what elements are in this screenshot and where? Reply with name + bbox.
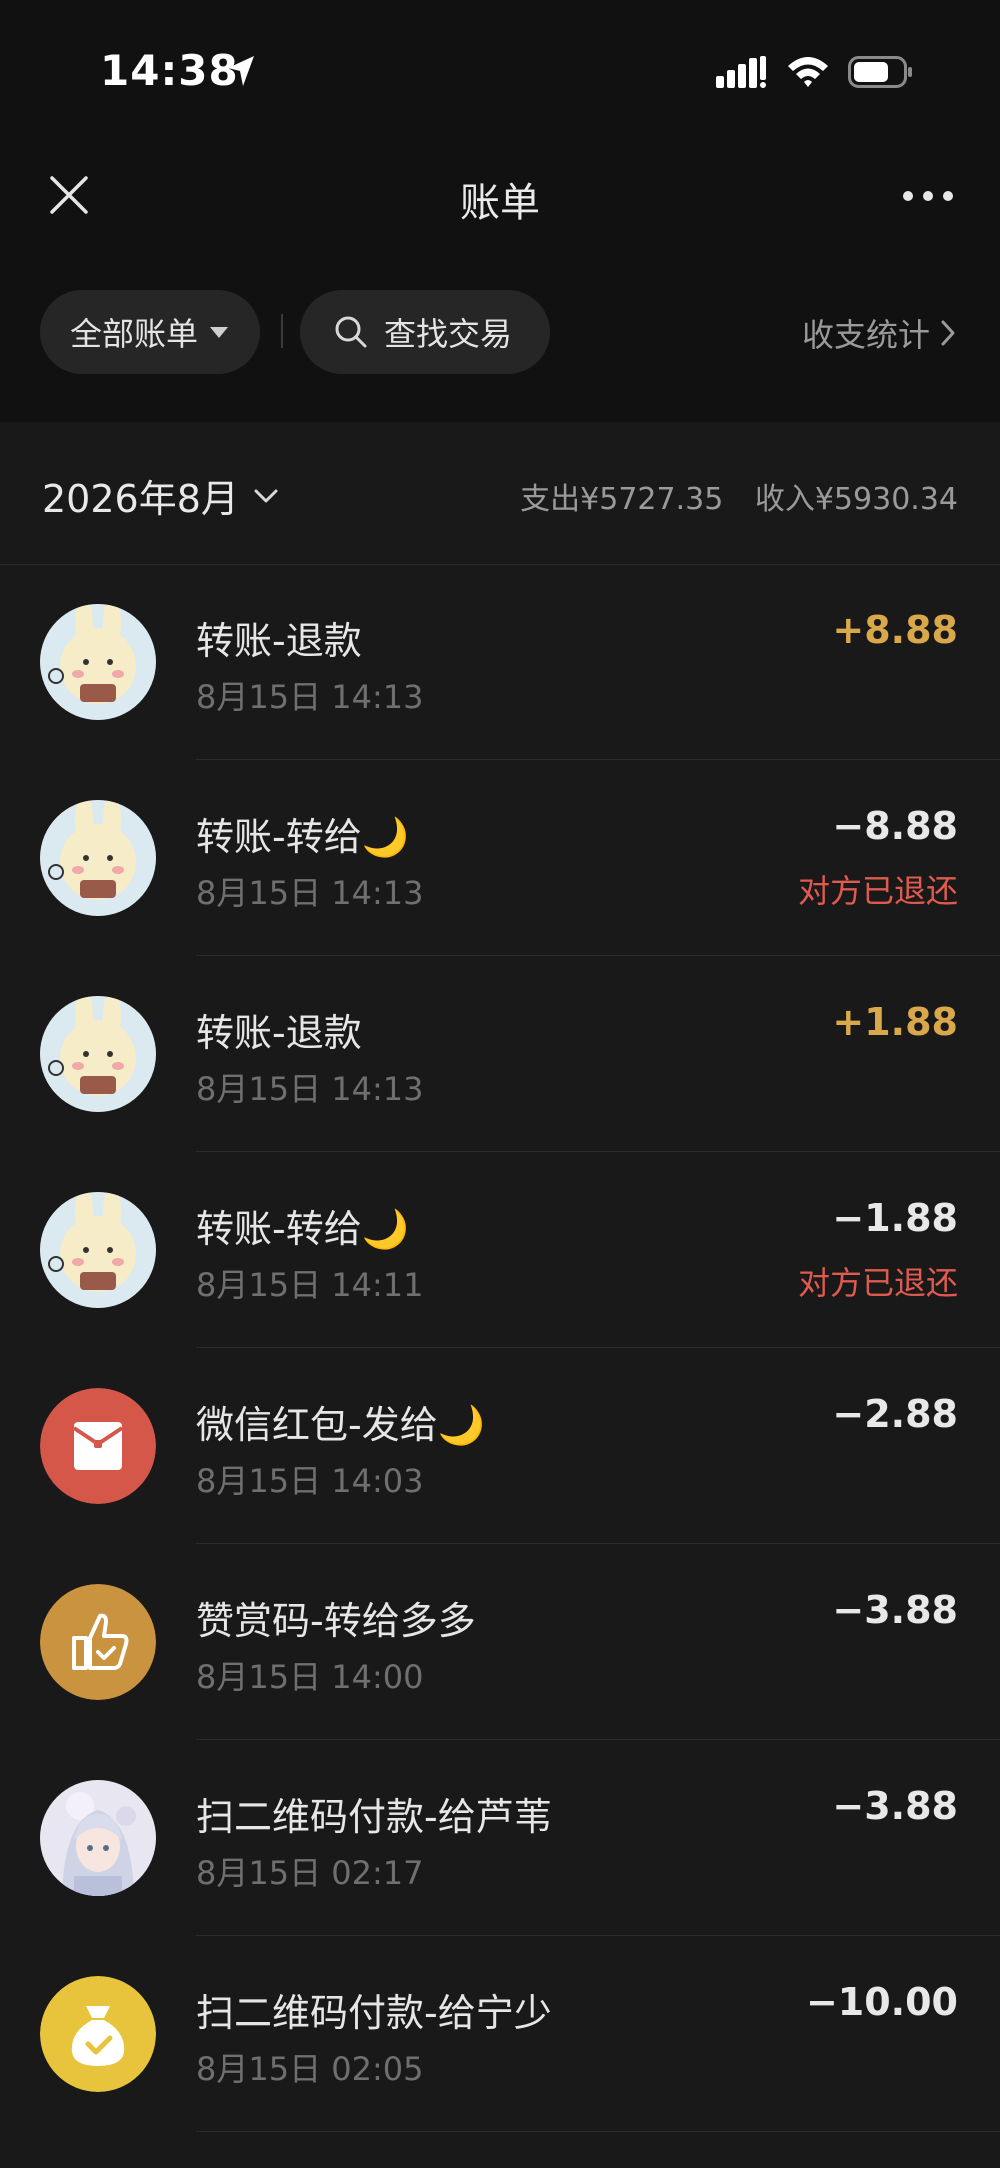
refund-status: 对方已退还 [797, 1264, 958, 1302]
month-selector[interactable]: 2026年8月 [42, 468, 279, 523]
page-title: 账单 [460, 180, 540, 226]
transaction-date: 8月15日 02:05 [196, 2050, 424, 2088]
all-bills-filter-button[interactable]: 全部账单 [40, 290, 260, 374]
month-summary: 支出¥5727.35 收入¥5930.34 [520, 474, 958, 518]
month-header: 2026年8月 支出¥5727.35 收入¥5930.34 [0, 422, 1000, 565]
money-bag-icon [40, 1976, 156, 2092]
expense-total: 支出¥5727.35 [520, 482, 724, 517]
transaction-list: 转账-退款 8月15日 14:13 +8.88 转账-转给🌙 8月15日 14:… [0, 564, 1000, 2132]
transaction-title: 扫二维码付款-给芦苇 [196, 1795, 552, 1839]
transaction-date: 8月15日 14:03 [196, 1462, 424, 1500]
transaction-row[interactable]: 赞赏码-转给多多 8月15日 14:00 −3.88 [0, 1544, 1000, 1740]
cellular-signal-icon [716, 56, 766, 88]
more-options-icon[interactable] [902, 186, 954, 206]
red-packet-icon [40, 1388, 156, 1504]
transaction-row[interactable]: 转账-转给🌙 8月15日 14:11 −1.88 对方已退还 [0, 1152, 1000, 1348]
search-icon [335, 316, 367, 348]
search-transactions-button[interactable]: 查找交易 [300, 290, 550, 374]
chevron-right-icon [941, 320, 955, 346]
transaction-row[interactable]: 转账-退款 8月15日 14:13 +1.88 [0, 956, 1000, 1152]
filter-bar: 全部账单 查找交易 收支统计 [0, 270, 1000, 423]
transaction-row[interactable]: 扫二维码付款-给宁少 8月15日 02:05 −10.00 [0, 1936, 1000, 2132]
transaction-title: 扫二维码付款-给宁少 [196, 1991, 552, 2035]
caret-down-icon [210, 326, 229, 338]
transaction-date: 8月15日 14:13 [196, 874, 424, 912]
search-label: 查找交易 [384, 315, 513, 353]
transaction-date: 8月15日 14:11 [196, 1266, 424, 1304]
stats-link[interactable]: 收支统计 [802, 310, 956, 356]
transaction-title: 微信红包-发给🌙 [196, 1403, 486, 1447]
status-bar: 14:38 [0, 0, 1000, 150]
transaction-amount: −3.88 [832, 1588, 958, 1632]
transaction-row[interactable]: 微信红包-发给🌙 8月15日 14:03 −2.88 [0, 1348, 1000, 1544]
transaction-row[interactable]: 转账-退款 8月15日 14:13 +8.88 [0, 564, 1000, 760]
transaction-amount: +8.88 [832, 608, 958, 652]
income-total: 收入¥5930.34 [754, 482, 958, 517]
nav-bar: 账单 [0, 150, 1000, 270]
wifi-icon [788, 57, 828, 87]
location-arrow-icon [228, 56, 254, 86]
month-label: 2026年8月 [42, 477, 239, 521]
transaction-title: 转账-退款 [196, 1011, 362, 1055]
filter-divider [281, 314, 283, 348]
transaction-row[interactable]: 转账-转给🌙 8月15日 14:13 −8.88 对方已退还 [0, 760, 1000, 956]
bunny-avatar [40, 996, 156, 1112]
transaction-amount: −8.88 [832, 804, 958, 848]
anime-girl-avatar [40, 1780, 156, 1896]
bunny-avatar [40, 604, 156, 720]
transaction-amount: −1.88 [832, 1196, 958, 1240]
bunny-avatar [40, 1192, 156, 1308]
all-bills-label: 全部账单 [70, 315, 199, 353]
chevron-down-icon [254, 489, 278, 502]
transaction-amount: −10.00 [805, 1980, 958, 2024]
transaction-title: 转账-退款 [196, 619, 362, 663]
transaction-date: 8月15日 02:17 [196, 1854, 424, 1892]
transaction-amount: +1.88 [832, 1000, 958, 1044]
transaction-date: 8月15日 14:00 [196, 1658, 424, 1696]
bunny-avatar [40, 800, 156, 916]
transaction-title: 转账-转给🌙 [196, 815, 410, 859]
thumbs-up-icon [40, 1584, 156, 1700]
status-time: 14:38 [100, 46, 239, 95]
transaction-amount: −3.88 [832, 1784, 958, 1828]
transaction-row[interactable]: 扫二维码付款-给芦苇 8月15日 02:17 −3.88 [0, 1740, 1000, 1936]
transaction-title: 转账-转给🌙 [196, 1207, 410, 1251]
stats-label: 收支统计 [801, 316, 930, 354]
transaction-amount: −2.88 [832, 1392, 958, 1436]
transaction-date: 8月15日 14:13 [196, 678, 424, 716]
row-divider [196, 2131, 1000, 2132]
transaction-title: 赞赏码-转给多多 [196, 1599, 476, 1643]
transaction-date: 8月15日 14:13 [196, 1070, 424, 1108]
battery-icon [848, 56, 912, 88]
refund-status: 对方已退还 [797, 872, 958, 910]
